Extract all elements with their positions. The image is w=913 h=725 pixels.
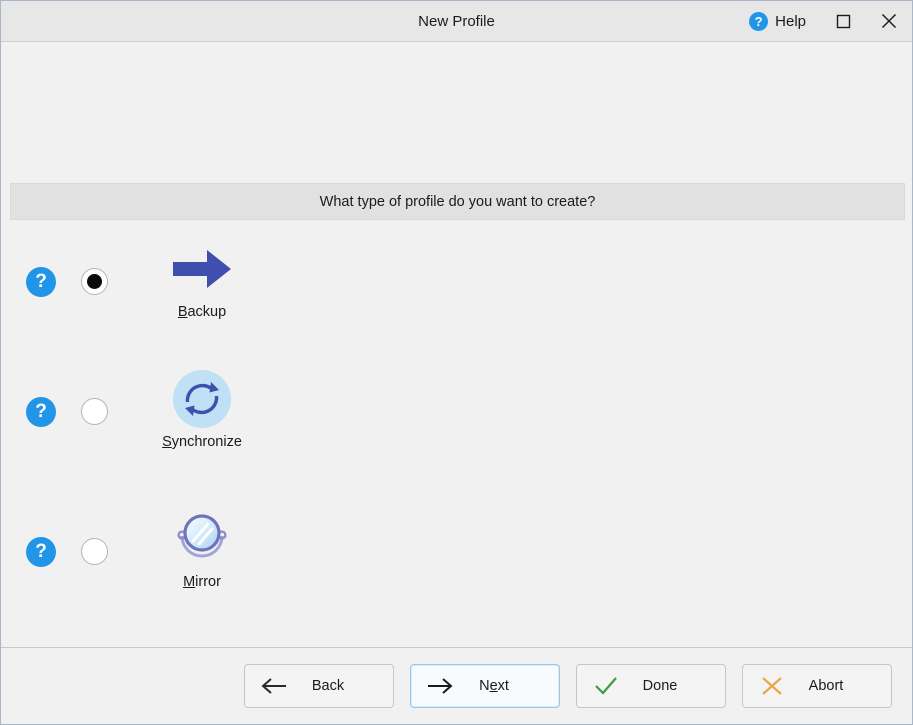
blue-right-arrow-icon [171,238,233,300]
close-button[interactable] [866,1,912,41]
arrow-right-icon [425,676,455,696]
abort-button-label: Abort [787,678,877,694]
option-mnemonic-mirror: M [183,574,196,590]
maximize-square-icon [836,14,851,29]
option-label-backup: Backup [178,304,226,320]
option-row-backup[interactable]: ? Backup [1,238,913,334]
done-button-label: Done [621,678,711,694]
option-label-rest-mirror: irror [195,574,221,590]
option-row-synchronize[interactable]: ? Synchronize [1,368,913,464]
option-row-mirror[interactable]: ? Mirror [1,508,913,604]
prompt-banner: What type of profile do you want to crea… [10,183,905,220]
done-button-text: Done [642,678,678,694]
abort-button[interactable]: Abort [742,664,892,708]
option-label-mirror: Mirror [183,574,221,590]
next-button-label: Next [455,678,545,694]
option-label-rest-synchronize: ynchronize [171,434,242,450]
prompt-text: What type of profile do you want to crea… [319,193,596,210]
dialog-content: What type of profile do you want to crea… [1,42,912,647]
option-synchronize[interactable]: Synchronize [161,368,243,450]
check-icon [591,675,621,697]
help-icon-mirror[interactable]: ? [26,537,56,567]
dialog-button-bar: Back Next Done Abort [1,647,912,724]
back-button[interactable]: Back [244,664,394,708]
close-x-icon [880,12,898,30]
help-icon-synchronize[interactable]: ? [26,397,56,427]
arrow-left-icon [259,676,289,696]
maximize-button[interactable] [820,1,866,41]
help-icon-backup[interactable]: ? [26,267,56,297]
title-bar-controls: ? Help [739,1,912,41]
radio-mirror[interactable] [81,538,108,565]
option-label-rest-backup: ackup [187,304,227,320]
abort-button-text: Abort [808,678,844,694]
next-button-text-post: xt [497,678,509,694]
option-mnemonic-synchronize: S [162,434,172,450]
radio-synchronize[interactable] [81,398,108,425]
option-label-synchronize: Synchronize [162,434,242,450]
option-mirror[interactable]: Mirror [161,508,243,590]
done-button[interactable]: Done [576,664,726,708]
new-profile-window: New Profile ? Help What type of profile … [0,0,913,725]
radio-backup[interactable] [81,268,108,295]
help-button-label: Help [775,12,806,30]
option-backup[interactable]: Backup [161,238,243,320]
next-button[interactable]: Next [410,664,560,708]
x-cross-icon [757,674,787,698]
back-button-text: Back [311,678,345,694]
next-button-text-pre: N [479,678,490,694]
next-button-mnemonic: e [489,678,498,694]
hand-mirror-icon [171,508,233,570]
question-circle-icon: ? [749,11,769,31]
back-button-label: Back [289,678,379,694]
title-bar: New Profile ? Help [1,1,912,42]
sync-circular-arrows-icon [171,368,233,430]
help-button[interactable]: ? Help [739,1,820,41]
